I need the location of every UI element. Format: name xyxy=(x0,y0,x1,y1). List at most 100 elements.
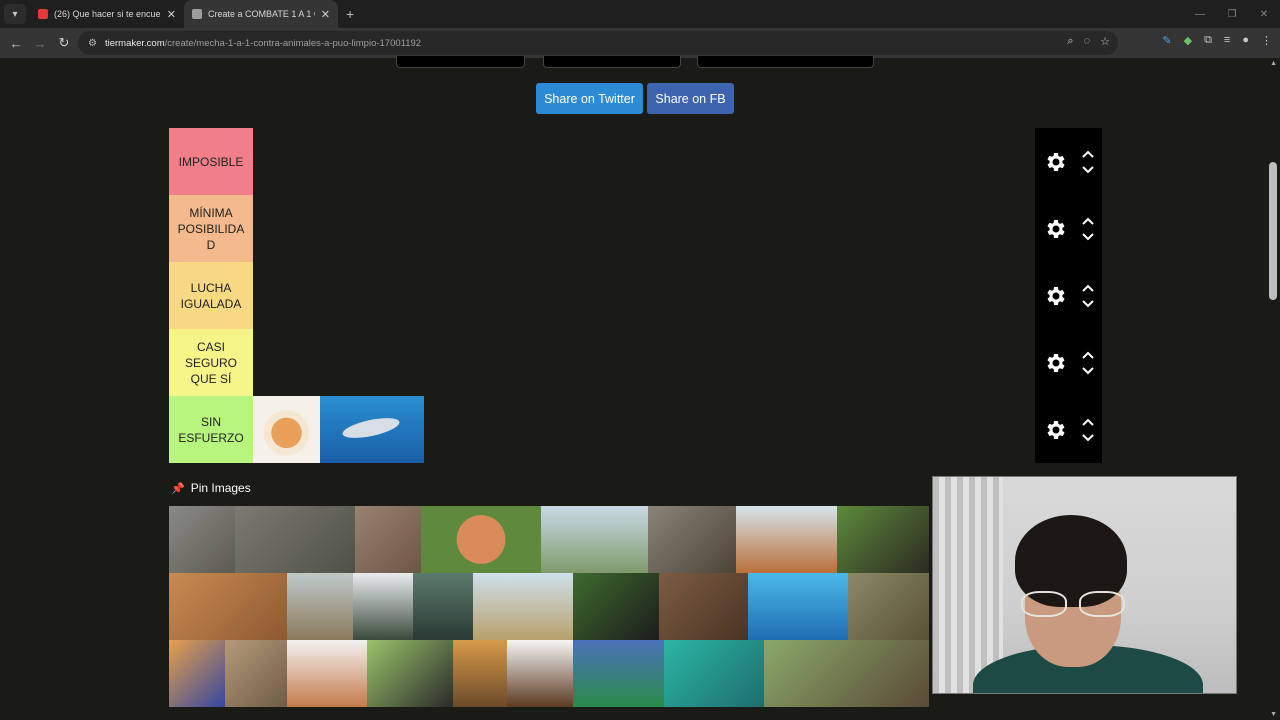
gear-icon[interactable] xyxy=(1043,418,1067,442)
chevron-up-icon[interactable] xyxy=(1082,418,1094,426)
move-arrows xyxy=(1082,284,1094,308)
tier-label[interactable]: CASI SEGURO QUE SÍ xyxy=(169,329,253,396)
chevron-down-icon[interactable] xyxy=(1082,165,1094,174)
tier-controls xyxy=(1035,329,1102,396)
vulture-image[interactable] xyxy=(541,506,648,573)
chevron-up-icon[interactable] xyxy=(1082,150,1094,158)
tab-search-button[interactable]: ▾ xyxy=(4,4,26,24)
eye-off-icon[interactable]: ◌ xyxy=(1084,35,1091,48)
man-image[interactable] xyxy=(353,573,413,640)
page-scrollbar[interactable]: ▲ ▼ xyxy=(1266,58,1280,720)
browser-tab-bar: ▾ (26) Que hacer si te encuentras ✕ Crea… xyxy=(0,0,1280,28)
menu-icon[interactable]: ⋮ xyxy=(1261,34,1272,47)
tab-youtube[interactable]: (26) Que hacer si te encuentras ✕ xyxy=(30,0,184,28)
site-info-icon[interactable]: ⚙ xyxy=(88,38,97,49)
top-button-3[interactable] xyxy=(697,56,874,68)
octopus-image[interactable] xyxy=(664,640,764,707)
scroll-thumb[interactable] xyxy=(1269,162,1277,300)
top-button-1[interactable] xyxy=(396,56,525,68)
wolf-image[interactable] xyxy=(169,506,235,573)
minimize-icon[interactable]: — xyxy=(1184,9,1216,20)
rock-animal-image[interactable] xyxy=(355,506,421,573)
top-button-2[interactable] xyxy=(543,56,681,68)
scroll-up-icon[interactable]: ▲ xyxy=(1270,60,1277,67)
close-window-icon[interactable]: ✕ xyxy=(1248,9,1280,20)
close-icon[interactable]: ✕ xyxy=(167,8,176,21)
tier-items[interactable] xyxy=(253,329,1035,395)
sloth-image[interactable] xyxy=(764,640,929,707)
translate-extension-icon[interactable]: ✎ xyxy=(1162,34,1171,47)
tab-tiermaker[interactable]: Create a COMBATE 1 A 1 CONT ✕ xyxy=(184,0,338,28)
glasses xyxy=(1021,591,1125,617)
giraffe-image[interactable] xyxy=(473,573,573,640)
chevron-down-icon[interactable] xyxy=(1082,299,1094,308)
meme-kid-image[interactable] xyxy=(573,640,664,707)
chevron-up-icon[interactable] xyxy=(1082,284,1094,292)
chevron-down-icon[interactable] xyxy=(1082,232,1094,241)
hamster-image[interactable] xyxy=(253,396,320,463)
camel-horse-image[interactable] xyxy=(453,640,507,707)
tier-controls xyxy=(1035,128,1102,195)
chevron-up-icon[interactable] xyxy=(1082,217,1094,225)
move-arrows xyxy=(1082,418,1094,442)
scroll-down-icon[interactable]: ▼ xyxy=(1270,711,1277,718)
gear-icon[interactable] xyxy=(1043,284,1067,308)
shark-image[interactable] xyxy=(320,396,424,463)
avatar[interactable]: ● xyxy=(1242,34,1249,47)
new-tab-icon[interactable]: + xyxy=(346,6,354,22)
skunk-image[interactable] xyxy=(573,573,659,640)
star-icon[interactable]: ☆ xyxy=(1100,35,1110,48)
tier-items[interactable] xyxy=(253,128,1035,194)
walrus-image[interactable] xyxy=(659,573,748,640)
anime-girl-image[interactable] xyxy=(169,640,225,707)
media-icon[interactable]: ≡ xyxy=(1224,34,1230,47)
vulture-black-image[interactable] xyxy=(367,640,453,707)
warthog-image[interactable] xyxy=(848,573,929,640)
share-twitter-button[interactable]: Share on Twitter xyxy=(536,83,643,114)
eagle-image[interactable] xyxy=(507,640,573,707)
restore-icon[interactable]: ❐ xyxy=(1216,9,1248,20)
dolphin-image[interactable] xyxy=(748,573,848,640)
tier-label[interactable]: MÍNIMA POSIBILIDA D xyxy=(169,195,253,262)
cat-image[interactable] xyxy=(169,573,287,640)
tier-row: CASI SEGURO QUE SÍ xyxy=(169,329,1102,396)
puzzle-icon[interactable]: ⧉ xyxy=(1204,34,1212,47)
centipede-image[interactable] xyxy=(648,506,736,573)
tier-label[interactable]: LUCHA IGUALADA xyxy=(169,262,253,329)
gear-icon[interactable] xyxy=(1043,150,1067,174)
pin-images-toggle[interactable]: 📌 Pin Images xyxy=(171,481,251,495)
proboscis-monkey-image[interactable] xyxy=(421,506,541,573)
youtube-favicon xyxy=(38,9,48,19)
gear-icon[interactable] xyxy=(1043,217,1067,241)
chevron-down-icon[interactable] xyxy=(1082,366,1094,375)
gear-icon[interactable] xyxy=(1043,351,1067,375)
cougar-image[interactable] xyxy=(225,640,287,707)
pelican-image[interactable] xyxy=(287,573,353,640)
tier-items[interactable] xyxy=(253,396,1035,463)
tier-items[interactable] xyxy=(253,262,1035,328)
chevron-down-icon[interactable] xyxy=(1082,433,1094,442)
shoebill-image[interactable] xyxy=(413,573,473,640)
tier-row: SIN ESFUERZO xyxy=(169,396,1102,463)
page-content: Share on Twitter Share on FB IMPOSIBLE M… xyxy=(0,56,1280,720)
wolf-pack-image[interactable] xyxy=(235,506,355,573)
velociraptor-image[interactable] xyxy=(287,640,367,707)
back-icon[interactable]: ← xyxy=(4,36,28,51)
tier-label[interactable]: SIN ESFUERZO xyxy=(169,396,253,463)
chimpanzee-image[interactable] xyxy=(837,506,929,573)
tier-items[interactable] xyxy=(253,195,1035,261)
forward-icon[interactable]: → xyxy=(28,36,52,51)
close-icon[interactable]: ✕ xyxy=(321,8,330,21)
tier-controls xyxy=(1035,396,1102,463)
tier-controls xyxy=(1035,262,1102,329)
share-fb-button[interactable]: Share on FB xyxy=(647,83,734,114)
zoom-icon[interactable]: ⌕ xyxy=(1067,35,1073,48)
tier-label[interactable]: IMPOSIBLE xyxy=(169,128,253,195)
rooster-image[interactable] xyxy=(736,506,837,573)
move-arrows xyxy=(1082,150,1094,174)
tab-title: (26) Que hacer si te encuentras xyxy=(54,9,161,19)
chevron-up-icon[interactable] xyxy=(1082,351,1094,359)
shield-extension-icon[interactable]: ◆ xyxy=(1184,34,1192,47)
reload-icon[interactable]: ↻ xyxy=(52,35,76,51)
address-bar[interactable]: ⚙ tiermaker.com/create/mecha-1-a-1-contr… xyxy=(78,31,1118,55)
